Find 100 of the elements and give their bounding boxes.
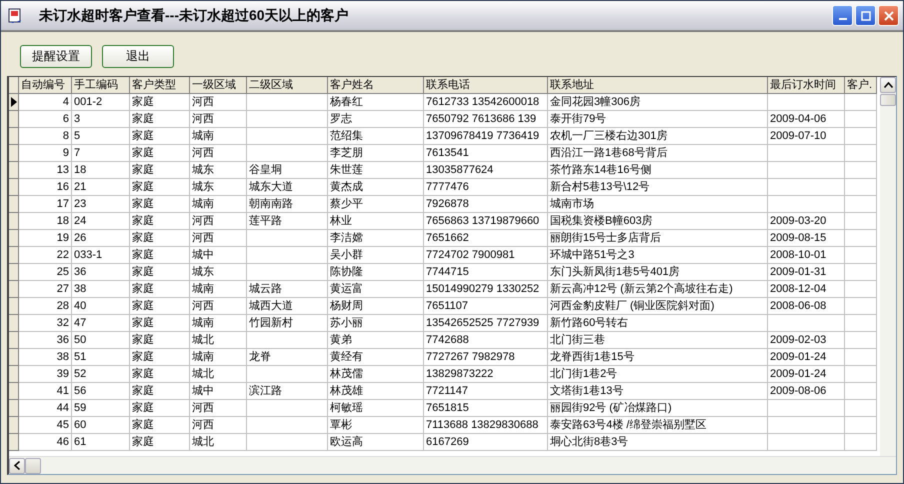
current-row-icon	[10, 97, 16, 107]
table-cell	[845, 111, 877, 128]
table-cell	[845, 332, 877, 349]
table-cell: 44	[19, 400, 72, 417]
table-cell: 2008-10-01	[768, 247, 845, 264]
table-cell: 家庭	[130, 162, 190, 179]
horizontal-scrollbar[interactable]	[9, 456, 896, 474]
table-cell: 新云高冲12号 (新云第2个高坡往右走)	[548, 281, 768, 298]
table-cell: 家庭	[130, 298, 190, 315]
table-cell: 7742688	[424, 332, 548, 349]
table-cell: 黄弟	[328, 332, 424, 349]
column-header[interactable]: 联系地址	[548, 77, 768, 94]
table-cell: 城南	[190, 196, 247, 213]
column-header[interactable]: 联系电话	[424, 77, 548, 94]
table-cell: 60	[72, 417, 130, 434]
table-cell: 李洁嫦	[328, 230, 424, 247]
table-cell	[845, 349, 877, 366]
scroll-left-button[interactable]	[9, 458, 25, 474]
table-cell: 家庭	[130, 128, 190, 145]
row-header[interactable]	[9, 94, 19, 111]
minimize-button[interactable]	[832, 5, 853, 26]
app-icon	[7, 8, 23, 24]
table-cell: 龙脊	[247, 349, 328, 366]
table-cell: 7651815	[424, 400, 548, 417]
table-cell: 033-1	[72, 247, 130, 264]
table-cell: 9	[19, 145, 72, 162]
table-cell: 家庭	[130, 434, 190, 451]
table-cell: 46	[19, 434, 72, 451]
table-cell: 垌心北街8巷3号	[548, 434, 768, 451]
table-cell: 河西	[190, 94, 247, 111]
scroll-thumb[interactable]	[880, 94, 896, 106]
table-cell: 家庭	[130, 247, 190, 264]
table-cell: 茶竹路东14巷16号侧	[548, 162, 768, 179]
table-cell: 13709678419 7736419	[424, 128, 548, 145]
table-cell: 18	[72, 162, 130, 179]
table-cell: 13035877624	[424, 162, 548, 179]
table-cell: 7721147	[424, 383, 548, 400]
table-cell: 家庭	[130, 94, 190, 111]
table-cell: 城云路	[247, 281, 328, 298]
table-cell: 6	[19, 111, 72, 128]
table-cell: 河西	[190, 400, 247, 417]
table-cell: 56	[72, 383, 130, 400]
scroll-thumb[interactable]	[25, 458, 41, 474]
table-cell: 2009-02-03	[768, 332, 845, 349]
table-cell: 城南	[190, 315, 247, 332]
table-cell: 黄经有	[328, 349, 424, 366]
scroll-up-button[interactable]	[880, 77, 896, 93]
table-cell: 林茂儒	[328, 366, 424, 383]
table-cell: 36	[19, 332, 72, 349]
column-header[interactable]: 最后订水时间	[768, 77, 845, 94]
table-cell: 36	[72, 264, 130, 281]
table-cell: 2009-08-06	[768, 383, 845, 400]
table-cell: 西沿江一路1巷68号背后	[548, 145, 768, 162]
toolbar-button[interactable]: 退出	[102, 45, 174, 68]
table-cell: 38	[19, 349, 72, 366]
table-cell: 7727267 7982978	[424, 349, 548, 366]
table-cell: 3	[72, 111, 130, 128]
table-cell: 家庭	[130, 179, 190, 196]
column-header[interactable]: 手工编码	[72, 77, 130, 94]
table-cell: 家庭	[130, 366, 190, 383]
table-cell: 7656863 13719879660	[424, 213, 548, 230]
table-cell: 东门头新凤街1巷5号401房	[548, 264, 768, 281]
table-cell: 河西金豹皮鞋厂 (铜业医院斜对面)	[548, 298, 768, 315]
table-cell: 国税集资楼B幢603房	[548, 213, 768, 230]
table-cell: 47	[72, 315, 130, 332]
table-cell: 新合村5巷13号\12号	[548, 179, 768, 196]
table-cell: 城西大道	[247, 298, 328, 315]
table-cell: 城东	[190, 264, 247, 281]
table-cell: 4	[19, 94, 72, 111]
table-cell: 13829873222	[424, 366, 548, 383]
table-cell: 蔡少平	[328, 196, 424, 213]
table-cell: 2009-04-06	[768, 111, 845, 128]
table-cell: 7744715	[424, 264, 548, 281]
table-cell: 32	[19, 315, 72, 332]
table-cell: 欧运高	[328, 434, 424, 451]
maximize-button[interactable]	[855, 5, 876, 26]
table-cell: 城北	[190, 366, 247, 383]
table-cell: 城中	[190, 383, 247, 400]
table-cell: 文塔街1巷13号	[548, 383, 768, 400]
column-header[interactable]: 客户姓名	[328, 77, 424, 94]
column-header[interactable]: 自动编号	[19, 77, 72, 94]
table-cell: 家庭	[130, 213, 190, 230]
vertical-scrollbar[interactable]	[880, 77, 896, 456]
table-cell	[845, 196, 877, 213]
table-cell: 6167269	[424, 434, 548, 451]
column-header[interactable]: 客户类型	[130, 77, 190, 94]
table-cell: 家庭	[130, 111, 190, 128]
table-cell: 柯敏瑶	[328, 400, 424, 417]
window-title: 未订水超时客户查看---未订水超过60天以上的客户	[39, 6, 350, 24]
column-header[interactable]: 一级区域	[190, 77, 247, 94]
table-cell: 7612733 13542600018	[424, 94, 548, 111]
table-cell: 家庭	[130, 417, 190, 434]
column-header[interactable]: 二级区域	[247, 77, 328, 94]
column-header[interactable]: 客户.	[845, 77, 877, 94]
table-cell: 吴小群	[328, 247, 424, 264]
table-cell	[845, 298, 877, 315]
close-button[interactable]	[878, 5, 899, 26]
table-cell: 泰开街79号	[548, 111, 768, 128]
table-cell: 2008-06-08	[768, 298, 845, 315]
toolbar-button[interactable]: 提醒设置	[20, 45, 92, 68]
